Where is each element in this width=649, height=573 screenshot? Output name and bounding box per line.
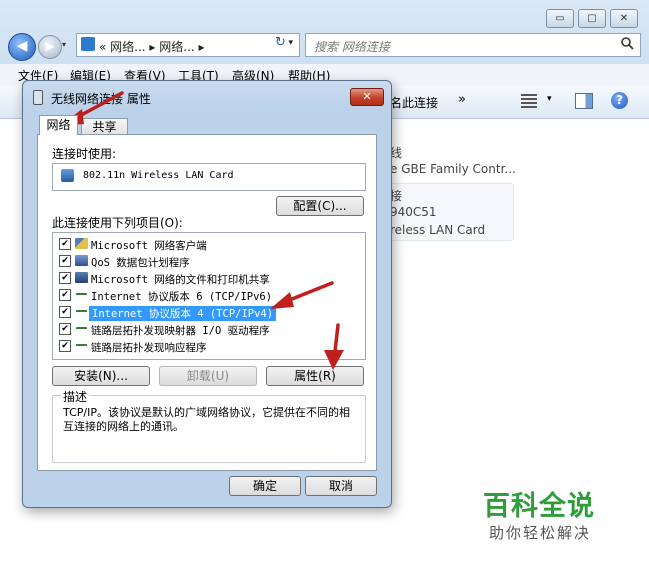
more-commands-button[interactable]: » bbox=[458, 92, 466, 107]
maximize-button[interactable]: ▢ bbox=[578, 9, 606, 28]
item-checkbox[interactable]: ✔ bbox=[59, 323, 71, 335]
ok-button[interactable]: 确定 bbox=[229, 476, 301, 496]
properties-dialog: 无线网络连接 属性 ✕ 网络 共享 连接时使用: 802.11n Wireles… bbox=[22, 80, 392, 508]
help-icon[interactable]: ? bbox=[611, 92, 628, 109]
network-folder-icon bbox=[81, 37, 95, 51]
item-label: 链路层拓扑发现响应程序 bbox=[91, 342, 207, 354]
preview-pane-icon[interactable] bbox=[575, 93, 593, 109]
network-tab-panel: 连接时使用: 802.11n Wireless LAN Card 配置(C)..… bbox=[37, 134, 377, 471]
items-list[interactable]: ✔ Microsoft 网络客户端 ✔ QoS 数据包计划程序 ✔ Micros… bbox=[52, 232, 366, 360]
tab-network[interactable]: 网络 bbox=[39, 115, 78, 135]
list-item[interactable]: ✔ 链路层拓扑发现映射器 I/O 驱动程序 bbox=[53, 321, 363, 338]
description-group: 描述 TCP/IP。该协议是默认的广域网络协议，它提供在不同的相互连接的网络上的… bbox=[52, 388, 366, 463]
list-item-selected[interactable]: ✔ Internet 协议版本 4 (TCP/IPv4) bbox=[53, 304, 363, 322]
protocol-icon bbox=[76, 327, 87, 335]
item-checkbox[interactable]: ✔ bbox=[59, 272, 71, 284]
address-bar[interactable]: « 网络... ▸ 网络... ▸ ▾ bbox=[76, 33, 300, 57]
wireless-connection-icon bbox=[33, 90, 43, 105]
watermark-subtitle: 助你轻松解决 bbox=[489, 524, 592, 542]
back-button[interactable]: ◀ bbox=[8, 33, 36, 61]
close-button[interactable]: ✕ bbox=[610, 9, 638, 28]
recent-pages-dropdown-icon[interactable]: ▾ bbox=[62, 40, 66, 49]
item-label: Internet 协议版本 4 (TCP/IPv4) bbox=[87, 305, 278, 322]
watermark-title: 百科全说 bbox=[483, 491, 595, 522]
tab-sharing[interactable]: 共享 bbox=[81, 118, 128, 135]
item-checkbox[interactable]: ✔ bbox=[59, 238, 71, 250]
adapter-name: 802.11n Wireless LAN Card bbox=[83, 170, 234, 181]
minimize-button[interactable]: ▭ bbox=[546, 9, 574, 28]
list-item[interactable]: ✔ Microsoft 网络客户端 bbox=[53, 236, 363, 253]
background-text: e GBE Family Contr... bbox=[390, 162, 516, 176]
address-path[interactable]: « 网络... ▸ 网络... ▸ bbox=[99, 38, 205, 55]
network-client-icon bbox=[75, 238, 88, 249]
item-checkbox[interactable]: ✔ bbox=[59, 289, 71, 301]
cancel-button[interactable]: 取消 bbox=[305, 476, 377, 496]
item-label: Microsoft 网络的文件和打印机共享 bbox=[91, 274, 270, 286]
dialog-close-button[interactable]: ✕ bbox=[350, 88, 384, 106]
search-input[interactable]: 搜索 网络连接 bbox=[305, 33, 641, 57]
description-legend: 描述 bbox=[61, 388, 90, 405]
qos-icon bbox=[75, 255, 88, 266]
protocol-icon bbox=[76, 310, 87, 318]
list-item[interactable]: ✔ Internet 协议版本 6 (TCP/IPv6) bbox=[53, 287, 363, 304]
protocol-icon bbox=[76, 344, 87, 352]
chevron-down-icon[interactable]: ▾ bbox=[547, 94, 552, 104]
list-item[interactable]: ✔ 链路层拓扑发现响应程序 bbox=[53, 338, 363, 355]
watermark-logo: 百科全说 助你轻松解决 bbox=[459, 470, 625, 570]
item-label: QoS 数据包计划程序 bbox=[91, 257, 190, 269]
items-label: 此连接使用下列项目(O): bbox=[52, 216, 183, 230]
item-checkbox[interactable]: ✔ bbox=[59, 340, 71, 352]
list-item[interactable]: ✔ QoS 数据包计划程序 bbox=[53, 253, 363, 270]
file-share-icon bbox=[75, 272, 88, 283]
protocol-icon bbox=[76, 293, 87, 301]
rename-connection-button[interactable]: 名此连接 bbox=[390, 94, 438, 111]
forward-button[interactable]: ▶ bbox=[38, 35, 62, 59]
item-checkbox[interactable]: ✔ bbox=[59, 306, 71, 318]
item-checkbox[interactable]: ✔ bbox=[59, 255, 71, 267]
network-adapter-icon bbox=[61, 169, 74, 182]
connect-using-label: 连接时使用: bbox=[52, 147, 117, 161]
adapter-field: 802.11n Wireless LAN Card bbox=[52, 163, 366, 191]
change-view-icon[interactable] bbox=[521, 94, 537, 108]
item-label: 链路层拓扑发现映射器 I/O 驱动程序 bbox=[91, 325, 270, 337]
background-text: 940C51 bbox=[390, 205, 437, 219]
refresh-icon[interactable]: ↻ bbox=[275, 35, 286, 50]
description-text: TCP/IP。该协议是默认的广域网络协议，它提供在不同的相互连接的网络上的通讯。 bbox=[63, 406, 350, 433]
install-button[interactable]: 安装(N)... bbox=[52, 366, 150, 386]
search-icon[interactable] bbox=[620, 36, 634, 54]
item-label: Microsoft 网络客户端 bbox=[91, 240, 207, 252]
search-placeholder: 搜索 网络连接 bbox=[314, 40, 390, 54]
chevron-down-icon[interactable]: ▾ bbox=[288, 38, 293, 48]
list-item[interactable]: ✔ Microsoft 网络的文件和打印机共享 bbox=[53, 270, 363, 287]
background-text: reless LAN Card bbox=[390, 223, 486, 237]
properties-button[interactable]: 属性(R) bbox=[266, 366, 364, 386]
configure-button[interactable]: 配置(C)... bbox=[276, 196, 364, 216]
uninstall-button[interactable]: 卸载(U) bbox=[159, 366, 257, 386]
dialog-title: 无线网络连接 属性 bbox=[51, 92, 151, 106]
item-label: Internet 协议版本 6 (TCP/IPv6) bbox=[91, 291, 273, 303]
